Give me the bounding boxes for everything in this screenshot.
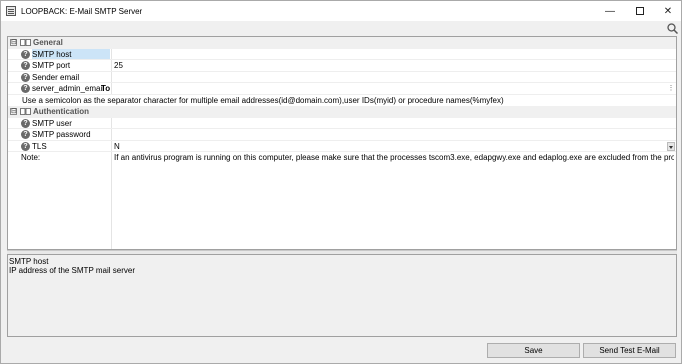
separator-hint: Use a semicolon as the separator charact… [22,95,504,105]
category-general[interactable]: ⊟ General [8,37,676,49]
close-button[interactable]: ✕ [653,1,682,21]
window-title: LOOPBACK: E-Mail SMTP Server [21,6,143,16]
property-row-smtp-port[interactable]: ? SMTP port 25 [8,60,676,72]
more-options-icon[interactable]: ⋮ [667,84,675,94]
book-icon [20,39,31,47]
tls-select[interactable]: N [114,142,674,151]
hint-row: Use a semicolon as the separator charact… [8,94,676,106]
property-row-tls[interactable]: ? TLS N [8,141,676,152]
property-row-smtp-host[interactable]: ? SMTP host [8,48,676,60]
collapse-icon[interactable]: ⊟ [10,108,17,116]
property-row-sender-email[interactable]: ? Sender email [8,72,676,83]
property-row-smtp-user[interactable]: ? SMTP user [8,118,676,129]
help-icon: ? [21,72,30,82]
property-grid: ⊟ General ? SMTP host ? SMTP port 25 ? S… [7,36,677,250]
property-row-server-admin-email[interactable]: ? server_admin_email To ⋮ [8,83,676,95]
help-icon: ? [21,61,30,71]
property-row-smtp-password[interactable]: ? SMTP password [8,129,676,141]
help-icon: ? [21,84,30,94]
maximize-button[interactable] [625,1,655,21]
app-icon [6,6,16,16]
chevron-down-icon[interactable] [667,141,675,151]
help-icon: ? [21,49,30,59]
help-icon: ? [21,118,30,128]
save-button[interactable]: Save [487,343,580,358]
minimize-button[interactable]: — [595,1,625,21]
category-label: General [33,38,63,48]
property-value[interactable]: 25 [114,61,674,70]
smtp-server-window: LOOPBACK: E-Mail SMTP Server — ✕ ⊟ Gener… [0,0,682,364]
help-icon: ? [21,130,30,140]
collapse-icon[interactable]: ⊟ [10,39,17,47]
help-icon: ? [21,141,30,151]
book-icon [20,108,31,116]
description-text: IP address of the SMTP mail server [9,266,135,275]
note-text: If an antivirus program is running on th… [114,153,674,163]
maximize-icon [636,7,644,15]
category-label: Authentication [33,107,89,117]
description-title: SMTP host [9,257,49,266]
to-label: To [101,84,111,94]
title-bar: LOOPBACK: E-Mail SMTP Server — ✕ [1,1,681,21]
note-label: Note: [21,153,41,163]
category-authentication[interactable]: ⊟ Authentication [8,106,676,118]
search-icon[interactable] [667,23,678,34]
description-panel: SMTP host IP address of the SMTP mail se… [7,254,677,337]
property-row-note: Note: If an antivirus program is running… [8,152,676,164]
send-test-email-button[interactable]: Send Test E-Mail [583,343,676,358]
